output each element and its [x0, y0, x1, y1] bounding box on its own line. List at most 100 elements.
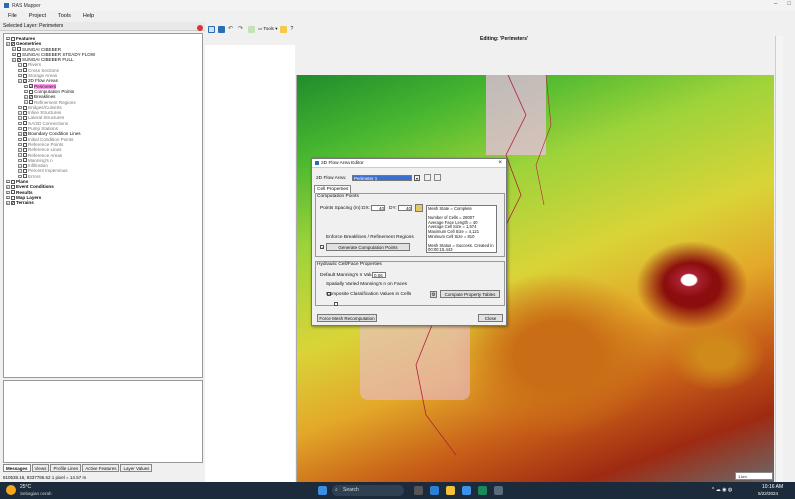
- expand-icon[interactable]: +: [12, 47, 16, 51]
- select-icon[interactable]: [218, 25, 225, 33]
- expand-icon[interactable]: +: [18, 116, 22, 120]
- tree-checkbox[interactable]: [28, 94, 33, 100]
- tree-checkbox[interactable]: [28, 84, 33, 89]
- menu-project[interactable]: Project: [29, 13, 46, 19]
- tree-checkbox[interactable]: [16, 47, 21, 52]
- force-recompute-button[interactable]: Force Mesh Recomputation: [317, 314, 377, 322]
- tree-checkbox[interactable]: [22, 147, 27, 152]
- tree-checkbox[interactable]: [10, 41, 15, 47]
- expand-icon[interactable]: +: [18, 148, 22, 152]
- expand-icon[interactable]: +: [24, 95, 28, 99]
- expand-icon[interactable]: +: [18, 174, 22, 179]
- expand-icon[interactable]: +: [24, 89, 28, 94]
- enforce-checkbox[interactable]: [320, 245, 324, 250]
- dx-input[interactable]: 40: [371, 205, 385, 211]
- map-scrollbar[interactable]: [775, 36, 783, 482]
- tree-checkbox[interactable]: [22, 126, 27, 131]
- expand-icon[interactable]: +: [12, 58, 16, 62]
- tree-checkbox[interactable]: [10, 36, 15, 41]
- redo-icon[interactable]: ↷: [238, 26, 245, 33]
- tree-checkbox[interactable]: [22, 153, 27, 158]
- expand-icon[interactable]: +: [18, 132, 22, 136]
- compute-tables-button[interactable]: Compute Property Tables: [440, 290, 500, 298]
- tree-checkbox[interactable]: [22, 73, 27, 78]
- expand-icon[interactable]: +: [6, 195, 10, 200]
- task-view-icon[interactable]: [414, 486, 423, 495]
- tree-item[interactable]: + Terrains: [6, 200, 200, 206]
- expand-icon[interactable]: +: [6, 201, 10, 205]
- help-button[interactable]: ?: [290, 26, 293, 32]
- expand-icon[interactable]: +: [18, 73, 22, 78]
- expand-icon[interactable]: +: [18, 68, 22, 73]
- close-icon[interactable]: ×: [498, 160, 502, 166]
- expand-icon[interactable]: +: [18, 137, 22, 142]
- draw-icon[interactable]: [248, 25, 255, 33]
- tree-checkbox[interactable]: [28, 89, 33, 94]
- expand-icon[interactable]: +: [6, 179, 10, 184]
- tools-dropdown[interactable]: ▭ Tools ▾: [258, 26, 277, 32]
- undo-icon[interactable]: ↶: [228, 26, 235, 33]
- tree-checkbox[interactable]: [10, 195, 15, 200]
- tab-views[interactable]: Views: [31, 464, 50, 472]
- rename-icon[interactable]: [424, 174, 431, 181]
- expand-icon[interactable]: +: [18, 111, 22, 115]
- tree-checkbox[interactable]: [22, 137, 27, 142]
- tree-checkbox[interactable]: [10, 200, 15, 206]
- pointer-icon[interactable]: [208, 25, 215, 33]
- explorer-icon[interactable]: [446, 486, 455, 495]
- edit-icon[interactable]: [434, 174, 441, 181]
- expand-icon[interactable]: +: [24, 84, 28, 89]
- manning-input[interactable]: 0.06: [372, 272, 386, 278]
- menu-file[interactable]: File: [8, 13, 17, 19]
- chevron-down-icon[interactable]: ▾: [414, 175, 420, 181]
- weather-temp[interactable]: 25°C: [20, 484, 31, 490]
- expand-icon[interactable]: +: [18, 158, 22, 163]
- tree-checkbox[interactable]: [22, 63, 27, 68]
- tree-checkbox[interactable]: [10, 184, 15, 189]
- gear-icon[interactable]: ⚙: [430, 291, 437, 298]
- tree-checkbox[interactable]: [22, 174, 27, 179]
- tree-checkbox[interactable]: [22, 158, 27, 163]
- expand-icon[interactable]: +: [6, 185, 10, 189]
- tree-checkbox[interactable]: [22, 68, 27, 73]
- tab-cell-properties[interactable]: Cell Properties: [314, 185, 352, 193]
- expand-icon[interactable]: +: [18, 105, 22, 110]
- chrome-icon[interactable]: [462, 486, 471, 495]
- expand-icon[interactable]: +: [6, 42, 10, 46]
- stop-icon[interactable]: [197, 25, 203, 31]
- expand-icon[interactable]: +: [24, 100, 28, 104]
- tree-checkbox[interactable]: [28, 100, 33, 105]
- tree-checkbox[interactable]: [22, 163, 27, 168]
- tray-icons[interactable]: ^ ☁ ◉ ◍: [712, 487, 732, 493]
- tree-checkbox[interactable]: [22, 116, 27, 121]
- tree-checkbox[interactable]: [10, 190, 15, 195]
- tree-checkbox[interactable]: [22, 142, 27, 147]
- expand-icon[interactable]: +: [18, 79, 22, 83]
- app-icon-2[interactable]: [494, 486, 503, 495]
- maximize-icon[interactable]: □: [787, 1, 791, 7]
- edge-icon[interactable]: [430, 486, 439, 495]
- tab-layer-values[interactable]: Layer Values: [120, 464, 153, 472]
- tree-checkbox[interactable]: [10, 179, 15, 184]
- tree-checkbox[interactable]: [22, 169, 27, 174]
- expand-icon[interactable]: +: [18, 169, 22, 173]
- tree-checkbox[interactable]: [22, 121, 27, 126]
- menu-tools[interactable]: Tools: [58, 13, 71, 19]
- dy-input[interactable]: 40: [398, 205, 412, 211]
- expand-icon[interactable]: +: [6, 190, 10, 194]
- expand-icon[interactable]: +: [12, 52, 16, 57]
- tree-checkbox[interactable]: [22, 110, 27, 115]
- generate-points-button[interactable]: Generate Computation Points: [326, 243, 410, 251]
- tree-checkbox[interactable]: [16, 52, 21, 57]
- spacing-edit-icon[interactable]: [415, 204, 423, 212]
- tree-checkbox[interactable]: [22, 79, 27, 84]
- tree-checkbox[interactable]: [22, 131, 27, 137]
- start-icon[interactable]: [318, 486, 327, 495]
- flow-area-select[interactable]: Perimeter 1: [352, 175, 412, 181]
- map-blank-area[interactable]: [205, 45, 295, 482]
- expand-icon[interactable]: +: [18, 63, 22, 67]
- expand-icon[interactable]: +: [6, 36, 10, 41]
- clock-time[interactable]: 10:16 AM: [762, 484, 783, 490]
- close-button[interactable]: Close: [478, 314, 503, 322]
- expand-icon[interactable]: +: [18, 126, 22, 131]
